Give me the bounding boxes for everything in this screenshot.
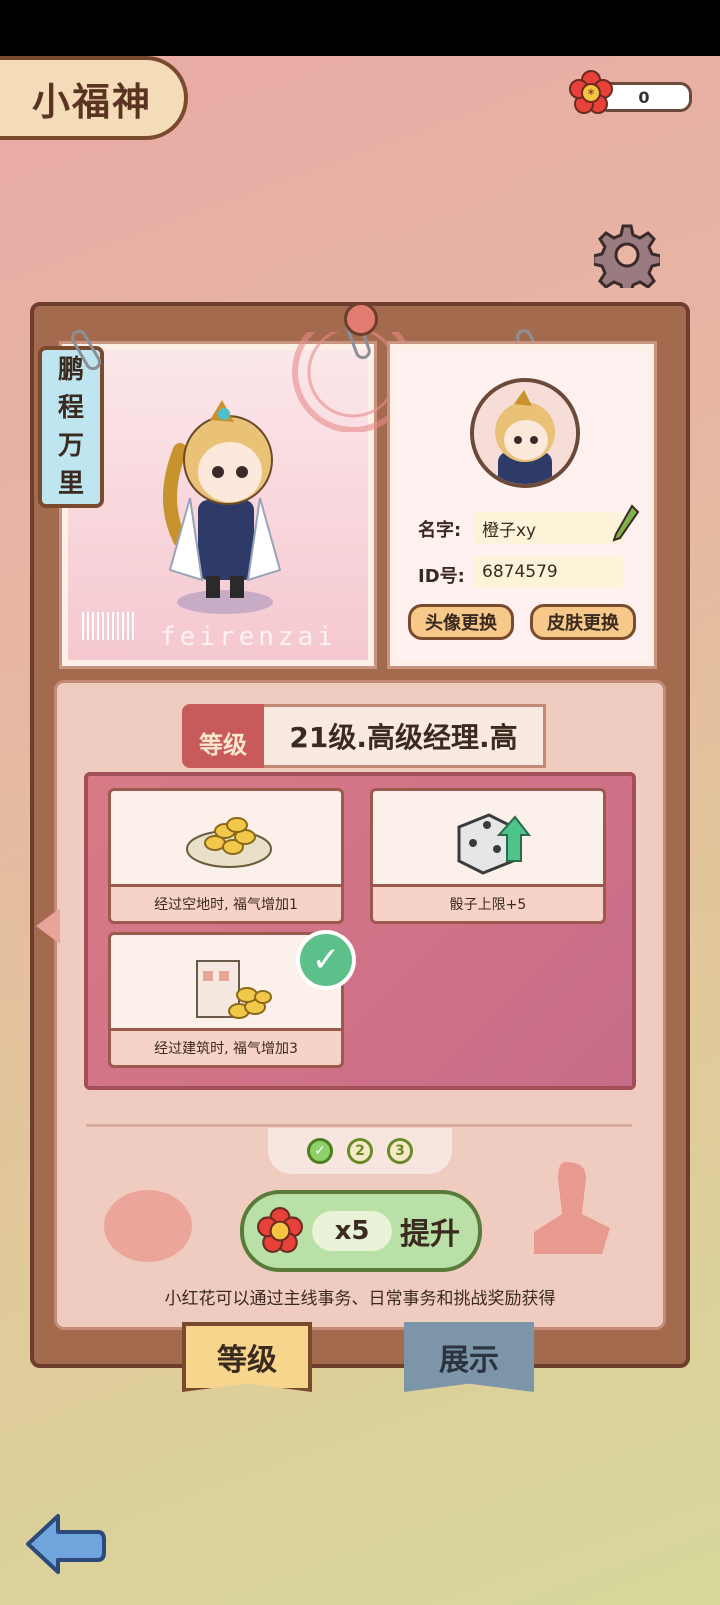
upgrade-button[interactable]: x5 提升 (240, 1190, 482, 1272)
status-bar (0, 0, 720, 56)
svg-text:*: * (588, 87, 595, 103)
currency-counter: 0 * (568, 70, 692, 116)
barcode (82, 612, 136, 640)
prev-arrow-icon[interactable] (36, 908, 60, 944)
pin-icon (344, 302, 378, 336)
avatar-change-button[interactable]: 头像更换 (408, 604, 514, 640)
title-char-4: 里 (57, 469, 84, 499)
checkmark-icon: ✓ (296, 930, 356, 990)
red-flower-icon: * (569, 70, 613, 114)
level-title: 21级.高级经理.高 (264, 704, 546, 768)
skin-change-button[interactable]: 皮肤更换 (530, 604, 636, 640)
avatar[interactable] (470, 378, 580, 488)
hint-text: 小红花可以通过主线事务、日常事务和挑战奖励获得 (164, 1289, 556, 1309)
title-char-2: 程 (57, 393, 84, 423)
page-dot-3[interactable]: 3 (387, 1138, 413, 1164)
perk-caption-1: 经过空地时, 福气增加1 (108, 884, 344, 924)
divider (86, 1124, 632, 1127)
upgrade-cost: x5 (312, 1211, 392, 1251)
edit-pencil-icon[interactable] (612, 504, 640, 544)
wax-seal-icon (104, 1190, 192, 1262)
upgrade-label: 提升 (400, 1217, 460, 1252)
name-label: 名字: (418, 520, 462, 541)
stamp-tool-icon (534, 1162, 610, 1254)
page-dot-1-check-icon[interactable]: ✓ (307, 1138, 333, 1164)
level-tag: 等级 (182, 704, 264, 768)
settings-gear-icon[interactable] (594, 222, 660, 288)
name-field: 橙子xy (474, 512, 624, 544)
perk-card-2[interactable]: 骰子上限+5 (370, 788, 606, 924)
id-label: ID号: (418, 566, 465, 587)
tab-level[interactable]: 等级 (182, 1322, 312, 1392)
page-title: 小福神 (0, 56, 188, 140)
page-indicator: ✓ 2 3 (268, 1128, 452, 1174)
character-figure (163, 400, 282, 614)
coins-plate-icon (186, 817, 272, 868)
perk-caption-3: 经过建筑时, 福气增加3 (108, 1028, 344, 1068)
title-char-3: 万 (57, 431, 84, 461)
perk-card-1[interactable]: 经过空地时, 福气增加1 (108, 788, 344, 924)
character-card (62, 332, 414, 666)
red-flower-icon (257, 1207, 303, 1253)
avatar-image (474, 382, 576, 484)
watermark-text: feirenzai (160, 622, 337, 652)
page-dot-2[interactable]: 2 (347, 1138, 373, 1164)
building-coins-icon (196, 960, 272, 1019)
perk-caption-2: 骰子上限+5 (370, 884, 606, 924)
id-field: 6874579 (474, 556, 624, 588)
tab-show[interactable]: 展示 (404, 1322, 534, 1392)
back-arrow-icon[interactable] (24, 1510, 108, 1578)
dice-up-icon (457, 813, 532, 875)
